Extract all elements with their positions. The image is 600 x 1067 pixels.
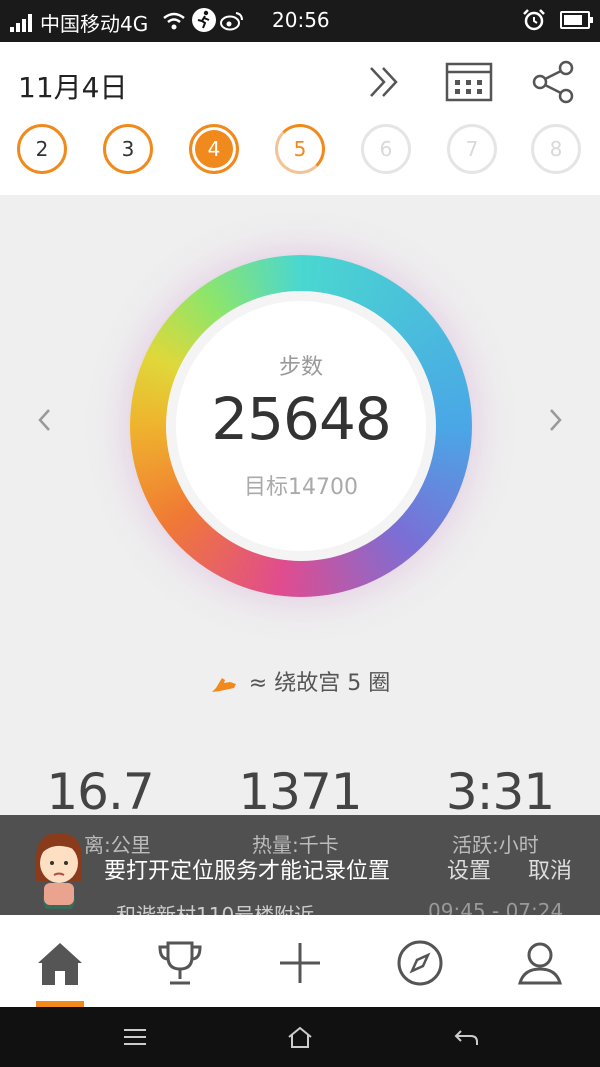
compass-icon (397, 940, 443, 986)
cancel-button[interactable]: 取消 (528, 853, 572, 885)
menu-icon (124, 1029, 146, 1045)
plus-icon (280, 943, 320, 983)
calories-value: 1371 (238, 763, 362, 821)
location-prompt-toast: 离:公里 热量:千卡 活跃:小时 要打开定位服务才能记录位置 设置 取消 和谐新… (0, 815, 600, 915)
day-button: 8 (531, 124, 581, 174)
calendar-button[interactable] (438, 56, 500, 108)
day-button-today[interactable]: 5 (275, 124, 325, 174)
location-time: 09:45 - 07:24 (428, 899, 564, 915)
shoe-icon (211, 678, 236, 692)
day-button: 7 (447, 124, 497, 174)
status-time: 20:56 (272, 8, 330, 32)
double-chevron-right-icon (370, 67, 398, 97)
share-button[interactable] (522, 56, 584, 108)
day-button[interactable]: 3 (103, 124, 153, 174)
day-button[interactable]: 2 (17, 124, 67, 174)
comparison-text: ≈ 绕故宫 5 圈 (0, 665, 600, 697)
cartoon-avatar-icon (36, 833, 82, 909)
menu-button[interactable] (122, 1025, 148, 1049)
steps-label: 步数 (278, 355, 323, 380)
distance-value: 16.7 (46, 763, 154, 821)
active-time-value: 3:31 (445, 763, 555, 821)
main-panel: 步数 25648 目标14700 ≈ 绕故宫 5 圈 16.7 1371 3:3… (0, 195, 600, 821)
steps-progress-ring: 步数 25648 目标14700 (130, 255, 472, 597)
tab-discover[interactable] (394, 937, 446, 989)
calendar-icon (445, 62, 493, 102)
next-day-arrow-icon[interactable] (546, 405, 566, 435)
tab-achievements[interactable] (154, 937, 206, 989)
settings-button[interactable]: 设置 (447, 853, 491, 885)
steps-value: 25648 (211, 385, 392, 453)
battery-icon (560, 11, 593, 29)
status-bar: 中国移动4G 20:56 (0, 0, 600, 42)
system-nav-bar (0, 1007, 600, 1067)
profile-icon (518, 942, 562, 985)
tab-profile[interactable] (514, 937, 566, 989)
fast-forward-button[interactable] (352, 56, 414, 108)
header: 11月4日 2 3 4 5 6 7 8 (0, 42, 600, 195)
location-prompt-message: 要打开定位服务才能记录位置 (104, 859, 391, 884)
comparison-label: ≈ 绕故宫 5 圈 (248, 671, 391, 696)
back-arrow-icon (454, 1030, 478, 1045)
system-home-button[interactable] (287, 1025, 313, 1049)
running-app-icon (192, 8, 216, 32)
trophy-icon (158, 941, 202, 985)
location-text: 和谐新村110号楼附近 (116, 903, 315, 915)
bottom-tab-bar (0, 915, 600, 1007)
back-button[interactable] (453, 1025, 479, 1049)
day-button: 6 (361, 124, 411, 174)
previous-day-arrow-icon[interactable] (34, 405, 54, 435)
house-outline-icon (288, 1026, 312, 1048)
tab-home[interactable] (34, 937, 86, 989)
day-button-selected[interactable]: 4 (189, 124, 239, 174)
share-icon (532, 60, 574, 104)
page-title: 11月4日 (18, 71, 128, 104)
wifi-icon (163, 12, 185, 30)
steps-goal: 目标14700 (244, 475, 358, 500)
home-icon (38, 943, 82, 985)
weibo-icon (220, 12, 243, 31)
tab-add[interactable] (274, 937, 326, 989)
alarm-icon (523, 9, 545, 31)
signal-icon (10, 12, 36, 32)
steps-ring-center[interactable]: 步数 25648 目标14700 (166, 291, 436, 561)
carrier-label: 中国移动4G (40, 12, 149, 36)
